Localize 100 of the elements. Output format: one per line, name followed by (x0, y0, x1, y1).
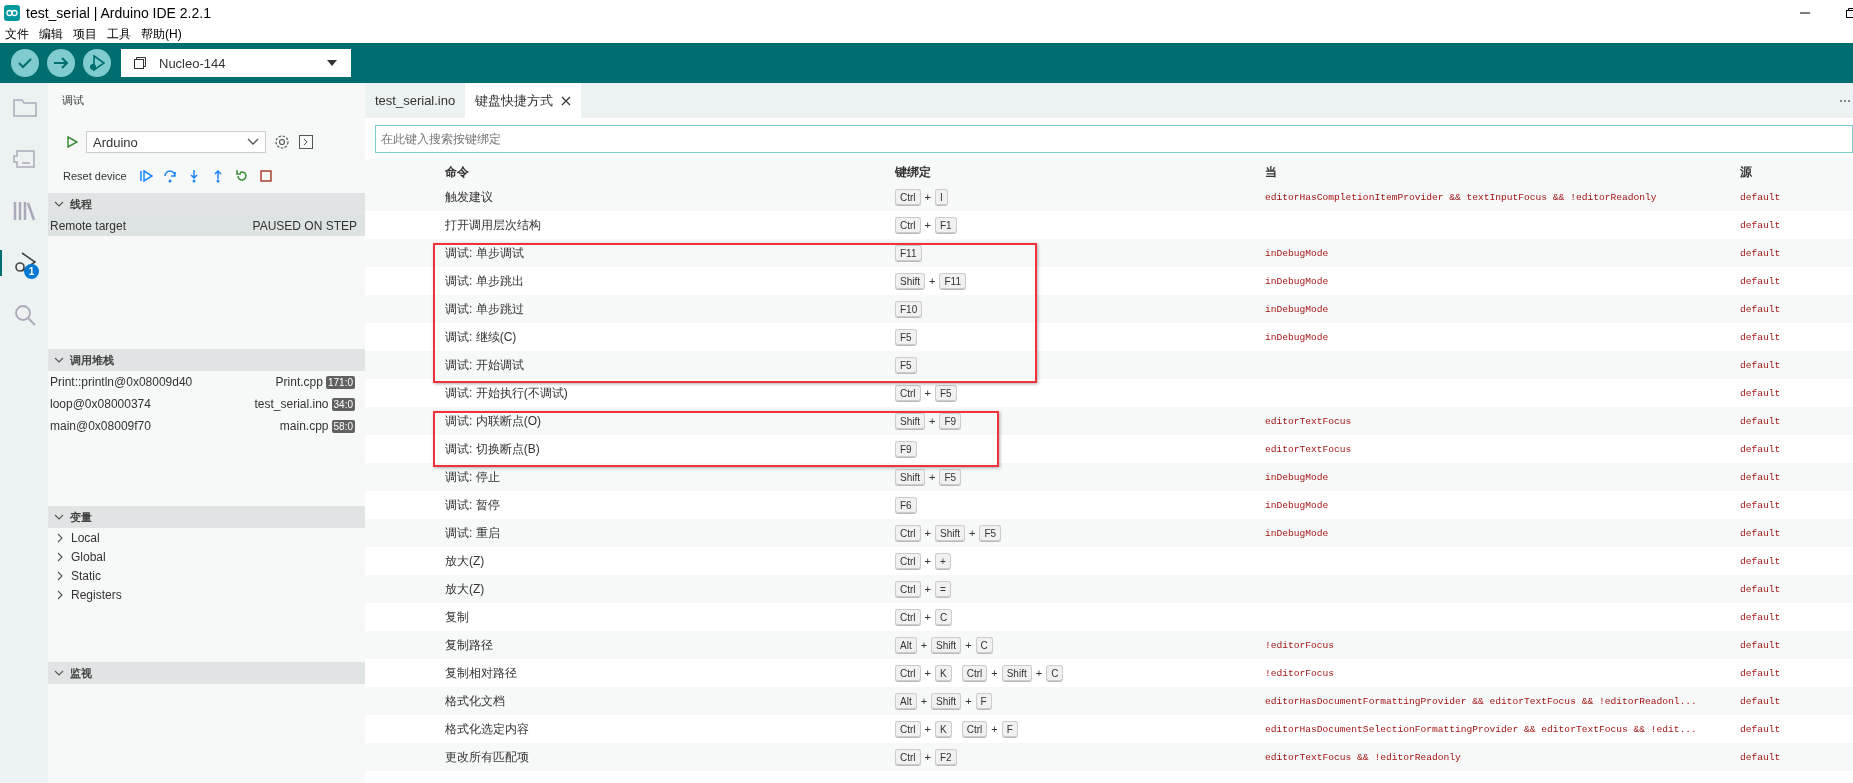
board-selector[interactable]: Nucleo-144 (121, 49, 351, 77)
variable-scope[interactable]: Local (48, 528, 365, 547)
plus-sign: + (929, 275, 936, 287)
source-cell: default (1740, 387, 1781, 399)
chevron-down-icon (247, 138, 259, 146)
step-over-icon[interactable] (162, 169, 177, 183)
when-cell: inDebugMode (1265, 331, 1329, 343)
command-cell-text: 调试: 继续(C) (445, 328, 518, 346)
plus-sign: + (991, 667, 998, 679)
source-cell: default (1740, 247, 1781, 259)
frame-name[interactable]: Print::println@0x08009d40 (50, 375, 193, 389)
command-cell-text: 调试: 内联断点(O) (445, 412, 542, 430)
variable-scope[interactable]: Registers (48, 585, 365, 604)
plus-sign: + (920, 695, 928, 707)
key-cap: F5 (939, 468, 962, 486)
thread-row[interactable]: Remote target PAUSED ON STEP (48, 215, 365, 236)
editor-tab[interactable]: test_serial.ino (365, 83, 466, 118)
terminal-icon[interactable] (298, 134, 314, 150)
key-cap: Ctrl (895, 608, 921, 626)
stop-icon[interactable] (258, 169, 273, 183)
plus-sign: + (924, 555, 931, 567)
command-cell-text: 复制路径 (445, 636, 494, 654)
when-cell: inDebugMode (1265, 247, 1329, 259)
debug-icon (87, 53, 107, 73)
key-cap: F5 (895, 356, 917, 374)
source-cell: default (1740, 611, 1781, 623)
key-cap: Alt (895, 692, 917, 710)
variable-scope[interactable]: Global (48, 547, 365, 566)
command-cell-text: 调试: 单步跳过 (445, 300, 525, 318)
source-cell: default (1740, 415, 1781, 427)
menu-item[interactable]: 项目 (73, 26, 97, 43)
key-cap: + (935, 552, 951, 570)
section-header[interactable]: 线程 (48, 193, 365, 215)
key-cap: Ctrl (961, 664, 988, 682)
source-cell: default (1740, 331, 1781, 343)
caret-icon (327, 60, 337, 66)
frame-name[interactable]: loop@0x08000374 (50, 397, 151, 411)
plus-sign: + (924, 219, 931, 231)
menu-item[interactable]: 编辑 (39, 26, 63, 43)
source-cell: default (1740, 555, 1781, 567)
key-cap: Ctrl (895, 216, 921, 234)
more-actions-icon[interactable] (1839, 98, 1851, 103)
command-cell-text: 格式化文档 (445, 692, 506, 710)
key-cap: C (1046, 664, 1064, 682)
key-cap: F5 (979, 524, 1002, 542)
variable-scope[interactable]: Static (48, 566, 365, 585)
upload-button[interactable] (47, 49, 75, 77)
key-cap: Ctrl (895, 188, 921, 206)
debug-button[interactable] (83, 49, 111, 77)
menu-item[interactable]: 文件 (5, 26, 29, 43)
restart-icon[interactable] (234, 169, 249, 183)
continue-icon[interactable] (138, 169, 153, 183)
verify-button[interactable] (11, 49, 39, 77)
when-cell: inDebugMode (1265, 499, 1329, 511)
search-icon (12, 302, 38, 328)
close-icon[interactable] (561, 95, 572, 106)
key-cap: Ctrl (895, 552, 921, 570)
line-badge: 34:0 (331, 397, 355, 411)
column-header: 当 (1265, 164, 1278, 181)
menu-item[interactable]: 帮助(H) (141, 26, 182, 43)
plus-sign: + (929, 471, 936, 483)
plus-sign: + (924, 583, 931, 595)
when-cell: editorTextFocus (1265, 415, 1352, 427)
command-cell-text: 调试: 开始调试 (445, 356, 525, 374)
source-cell: default (1740, 359, 1781, 371)
source-cell: default (1740, 695, 1781, 707)
key-cap: K (935, 720, 952, 738)
plus-sign: + (924, 527, 931, 539)
plus-sign: + (924, 667, 931, 679)
source-cell: default (1740, 667, 1781, 679)
menu-item[interactable]: 工具 (107, 26, 131, 43)
start-debug-icon[interactable] (66, 136, 78, 148)
command-cell-text: 格式化选定内容 (445, 720, 530, 738)
command-cell-text: 放大(Z) (445, 580, 486, 598)
reset-device-button[interactable]: Reset device (63, 170, 127, 182)
when-cell: inDebugMode (1265, 303, 1329, 315)
key-cap: Ctrl (961, 720, 988, 738)
settings-icon[interactable] (274, 134, 290, 150)
plus-sign: + (924, 611, 931, 623)
key-cap: Shift (931, 636, 962, 654)
source-cell: default (1740, 191, 1781, 203)
section-header[interactable]: 调用堆栈 (48, 349, 365, 371)
command-cell-text: 更改所有匹配项 (445, 748, 530, 766)
search-field[interactable]: 在此键入搜索按键绑定 (375, 125, 1853, 153)
key-cap: Ctrl (895, 580, 921, 598)
line-badge: 171:0 (325, 375, 355, 389)
when-cell: !editorFocus (1265, 667, 1335, 679)
section-header[interactable]: 变量 (48, 506, 365, 528)
key-cap: Shift (935, 524, 965, 542)
key-cap: Ctrl (895, 664, 921, 682)
editor-tab[interactable]: 键盘快捷方式 (465, 83, 582, 118)
source-cell: default (1740, 583, 1781, 595)
key-cap: Shift (895, 468, 925, 486)
source-cell: default (1740, 219, 1781, 231)
source-cell: default (1740, 303, 1781, 315)
plus-sign: + (969, 527, 976, 539)
configuration-dropdown[interactable]: Arduino (86, 131, 266, 153)
frame-name[interactable]: main@0x08009f70 (50, 419, 151, 433)
section-header[interactable]: 监视 (48, 662, 365, 684)
key-cap: F (975, 692, 992, 710)
